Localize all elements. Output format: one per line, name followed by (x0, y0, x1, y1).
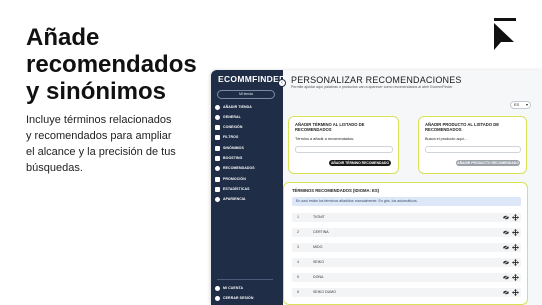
add-term-card-title: AÑADIR TÉRMINO AL LISTADO DE RECOMENDADO… (295, 122, 365, 132)
eye-off-icon[interactable] (503, 245, 509, 250)
term-number: 1 (297, 215, 299, 219)
term-text: CERTINA (313, 230, 329, 234)
product-search-label: Busca el producto aquí... (425, 137, 468, 141)
headline: Añade recomendados y sinónimos (26, 24, 197, 105)
eye-off-icon[interactable] (503, 275, 509, 280)
tag-icon (215, 176, 220, 182)
term-row: 6 SEIKO DUMO (292, 288, 521, 297)
term-text: SEIKO (313, 260, 324, 264)
page-title: PERSONALIZAR RECOMENDACIONES (291, 75, 462, 85)
sidebar-item-label: MI CUENTA (223, 286, 244, 290)
store-selector-button[interactable]: Mi tienda (217, 90, 275, 99)
sidebar-item-label: GENERAL (223, 115, 241, 119)
boost-icon (215, 155, 220, 161)
link-icon (215, 124, 220, 130)
sidebar: ECOMMFINDER Mi tienda AÑADIR TIENDA GENE… (211, 70, 286, 305)
sidebar-item-label: BOOSTING (223, 156, 243, 160)
tagline: Incluye términos relacionados y recomend… (26, 114, 176, 174)
add-product-card: AÑADIR PRODUCTO AL LISTADO DE RECOMENDAD… (418, 116, 527, 174)
drag-handle-icon[interactable] (512, 274, 519, 281)
sidebar-item-account[interactable]: MI CUENTA (215, 284, 243, 292)
product-search-input[interactable] (425, 146, 521, 153)
plus-icon (215, 104, 220, 110)
term-number: 2 (297, 230, 299, 234)
term-row: 3 MIDO (292, 243, 521, 252)
sidebar-item-connection[interactable]: CONEXIÓN (215, 123, 242, 131)
drag-handle-icon[interactable] (512, 289, 519, 296)
term-row: 5 DONA (292, 273, 521, 282)
terms-info-banner: En azul están los términos añadidos manu… (292, 197, 521, 206)
drag-handle-icon[interactable] (512, 229, 519, 236)
sidebar-item-logout[interactable]: CERRAR SESIÓN (215, 294, 253, 302)
term-text: TIGNIT (313, 215, 325, 219)
sidebar-divider (217, 279, 273, 280)
sidebar-item-appearance[interactable]: APARIENCIA (215, 195, 246, 203)
sidebar-item-label: FILTROS (223, 135, 239, 139)
drag-handle-icon[interactable] (512, 259, 519, 266)
list-icon (215, 145, 220, 151)
palette-icon (215, 196, 220, 202)
drag-handle-icon[interactable] (512, 244, 519, 251)
term-number: 5 (297, 275, 299, 279)
eye-off-icon[interactable] (503, 230, 509, 235)
term-row: 1 TIGNIT (292, 213, 521, 222)
eye-off-icon[interactable] (503, 290, 509, 295)
brand-logo-icon (494, 18, 516, 50)
add-term-button[interactable]: AÑADIR TÉRMINO RECOMENDADO (329, 160, 391, 166)
sidebar-item-label: RECOMENDADOS (223, 166, 255, 170)
sidebar-title: ECOMMFINDER (218, 74, 286, 84)
term-number: 3 (297, 245, 299, 249)
term-input[interactable] (295, 146, 393, 153)
page-subtitle: Permite ajustar aquí palabras o producto… (291, 85, 453, 89)
terms-title: TÉRMINOS RECOMENDADOS (IDIOMA: ES) (292, 188, 380, 193)
language-value: ES (514, 103, 520, 107)
add-product-button[interactable]: AÑADIR PRODUCTO RECOMENDADO (456, 160, 520, 166)
logout-icon (215, 295, 220, 301)
sidebar-item-synonyms[interactable]: SINÓNIMOS (215, 144, 244, 152)
sidebar-item-general[interactable]: GENERAL (215, 113, 241, 121)
sidebar-item-filters[interactable]: FILTROS (215, 133, 238, 141)
app-window: ‹ ECOMMFINDER Mi tienda AÑADIR TIENDA GE… (211, 70, 542, 305)
collapse-sidebar-button[interactable]: ‹ (278, 79, 286, 87)
sidebar-item-boosting[interactable]: BOOSTING (215, 154, 242, 162)
sidebar-item-add-store[interactable]: AÑADIR TIENDA (215, 103, 252, 111)
sidebar-item-statistics[interactable]: ESTADÍSTICAS (215, 185, 250, 193)
term-text: DONA (313, 275, 324, 279)
add-product-card-title: AÑADIR PRODUCTO AL LISTADO DE RECOMENDAD… (425, 122, 500, 132)
term-row: 4 SEIKO (292, 258, 521, 267)
language-select[interactable]: ES ▾ (510, 101, 531, 109)
term-number: 4 (297, 260, 299, 264)
term-row: 2 CERTINA (292, 228, 521, 237)
term-number: 6 (297, 290, 299, 294)
term-text: SEIKO DUMO (313, 290, 336, 294)
add-term-card: AÑADIR TÉRMINO AL LISTADO DE RECOMENDADO… (288, 116, 399, 174)
user-icon (215, 285, 220, 291)
gear-icon (215, 114, 220, 120)
star-icon (215, 165, 220, 171)
sidebar-item-label: CONEXIÓN (223, 125, 243, 129)
sidebar-item-label: CERRAR SESIÓN (223, 296, 254, 300)
filter-icon (215, 134, 220, 140)
drag-handle-icon[interactable] (512, 214, 519, 221)
eye-off-icon[interactable] (503, 260, 509, 265)
sidebar-item-label: SINÓNIMOS (223, 146, 244, 150)
term-text: MIDO (313, 245, 323, 249)
sidebar-item-label: AÑADIR TIENDA (223, 105, 252, 109)
sidebar-item-promotion[interactable]: PROMOCIÓN (215, 175, 246, 183)
sidebar-item-label: ESTADÍSTICAS (223, 187, 250, 191)
recommended-terms-card: TÉRMINOS RECOMENDADOS (IDIOMA: ES) En az… (283, 182, 528, 305)
sidebar-item-label: PROMOCIÓN (223, 177, 246, 181)
add-term-label: Término a añadir a recomendados: (295, 137, 355, 141)
sidebar-item-label: APARIENCIA (223, 197, 246, 201)
chevron-down-icon: ▾ (525, 102, 528, 107)
eye-off-icon[interactable] (503, 215, 509, 220)
sidebar-item-recommended[interactable]: RECOMENDADOS (215, 164, 255, 172)
chart-icon (215, 186, 220, 192)
